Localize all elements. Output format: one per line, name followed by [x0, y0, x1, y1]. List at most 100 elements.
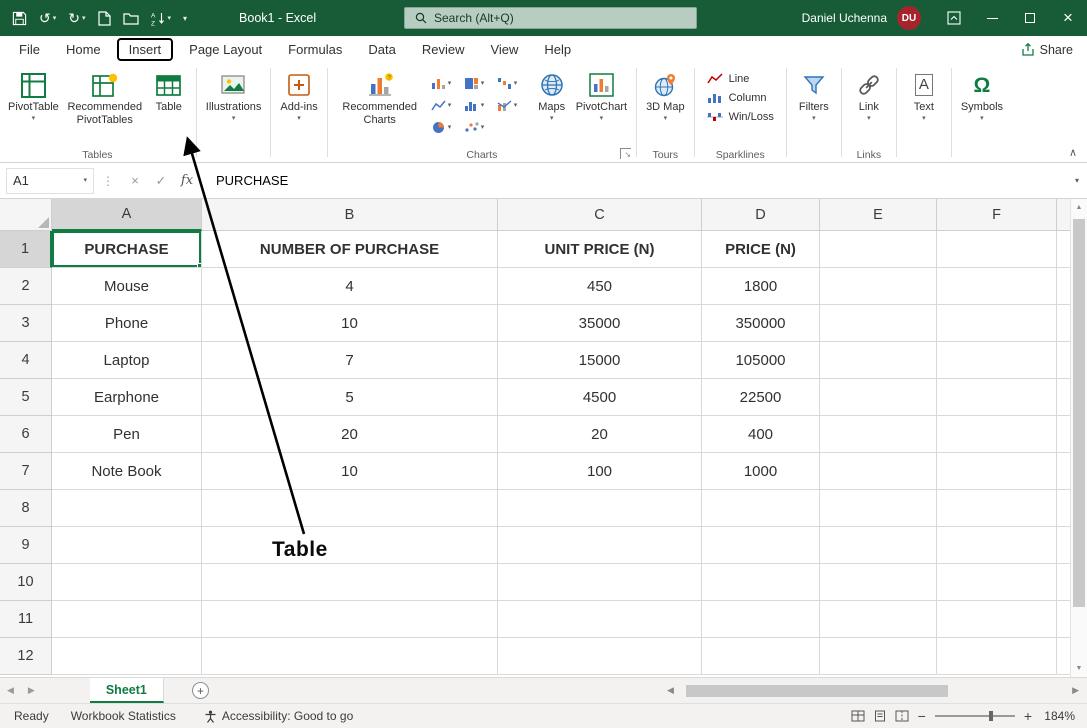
cell-E9[interactable]: [820, 527, 937, 564]
column-header-A[interactable]: A: [52, 199, 202, 231]
tab-file[interactable]: File: [6, 38, 53, 61]
cell-B9[interactable]: [202, 527, 498, 564]
scroll-down-button[interactable]: ▼: [1071, 660, 1087, 677]
cell-B4[interactable]: 7: [202, 342, 498, 379]
column-header-B[interactable]: B: [202, 199, 498, 231]
symbols-button[interactable]: Ω Symbols ▾: [958, 66, 1006, 126]
row-header-11[interactable]: 11: [0, 601, 52, 638]
cell-B1[interactable]: NUMBER OF PURCHASE: [202, 231, 498, 268]
cell-F7[interactable]: [937, 453, 1057, 490]
cell-D10[interactable]: [702, 564, 820, 601]
column-header-F[interactable]: F: [937, 199, 1057, 231]
cell-D6[interactable]: 400: [702, 416, 820, 453]
cell-D3[interactable]: 350000: [702, 305, 820, 342]
zoom-slider-thumb[interactable]: [989, 711, 993, 721]
filters-button[interactable]: Filters ▾: [793, 66, 835, 126]
column-header-C[interactable]: C: [498, 199, 702, 231]
scroll-left-button[interactable]: ◀: [663, 685, 678, 696]
tab-view[interactable]: View: [477, 38, 531, 61]
row-header-6[interactable]: 6: [0, 416, 52, 453]
pivotchart-button[interactable]: PivotChart ▾: [573, 66, 630, 126]
insert-statistic-chart-button[interactable]: ▾: [462, 98, 495, 113]
cell-C5[interactable]: 4500: [498, 379, 702, 416]
page-layout-view-button[interactable]: [874, 710, 886, 722]
insert-line-chart-button[interactable]: ▾: [429, 98, 462, 113]
cell-F4[interactable]: [937, 342, 1057, 379]
fill-handle[interactable]: [197, 263, 202, 268]
cell-D11[interactable]: [702, 601, 820, 638]
cell-B12[interactable]: [202, 638, 498, 675]
scroll-up-button[interactable]: ▲: [1071, 199, 1087, 216]
redo-button[interactable]: ↻▾: [68, 10, 85, 27]
cell-F2[interactable]: [937, 268, 1057, 305]
cell-A7[interactable]: Note Book: [52, 453, 202, 490]
zoom-out-button[interactable]: −: [918, 709, 926, 723]
cell-E12[interactable]: [820, 638, 937, 675]
row-header-9[interactable]: 9: [0, 527, 52, 564]
add-ins-button[interactable]: Add-ins ▾: [277, 66, 320, 126]
recommended-charts-button[interactable]: ? Recommended Charts: [334, 66, 426, 131]
vertical-scrollbar-thumb[interactable]: [1073, 219, 1085, 607]
horizontal-scrollbar[interactable]: ◀ ▶: [663, 683, 1063, 698]
ribbon-display-options-button[interactable]: [935, 0, 973, 36]
cell-D12[interactable]: [702, 638, 820, 675]
scroll-right-button[interactable]: ▶: [1068, 685, 1083, 696]
confirm-entry-button[interactable]: ✓: [148, 173, 174, 189]
formula-bar-value[interactable]: PURCHASE: [216, 173, 1075, 188]
cell-A1[interactable]: PURCHASE: [52, 231, 202, 268]
share-button[interactable]: Share: [1021, 43, 1073, 57]
cell-A2[interactable]: Mouse: [52, 268, 202, 305]
win-loss-sparkline-button[interactable]: Win/Loss: [701, 107, 780, 126]
cell-F12[interactable]: [937, 638, 1057, 675]
cell-A10[interactable]: [52, 564, 202, 601]
cell-B3[interactable]: 10: [202, 305, 498, 342]
cell-D5[interactable]: 22500: [702, 379, 820, 416]
maximize-button[interactable]: [1011, 0, 1049, 36]
cell-A5[interactable]: Earphone: [52, 379, 202, 416]
accessibility-status-button[interactable]: Accessibility: Good to go: [204, 709, 353, 723]
pivottable-button[interactable]: PivotTable ▾: [5, 66, 62, 126]
cell-D4[interactable]: 105000: [702, 342, 820, 379]
row-header-2[interactable]: 2: [0, 268, 52, 305]
cell-C6[interactable]: 20: [498, 416, 702, 453]
vertical-scrollbar[interactable]: ▲ ▼: [1070, 199, 1087, 677]
column-header-E[interactable]: E: [820, 199, 937, 231]
cell-E10[interactable]: [820, 564, 937, 601]
minimize-button[interactable]: [973, 0, 1011, 36]
cell-F1[interactable]: [937, 231, 1057, 268]
tab-formulas[interactable]: Formulas: [275, 38, 355, 61]
insert-column-chart-button[interactable]: ▾: [429, 76, 462, 91]
tab-data[interactable]: Data: [355, 38, 408, 61]
cell-E6[interactable]: [820, 416, 937, 453]
undo-button[interactable]: ↺▾: [39, 10, 56, 27]
cell-C10[interactable]: [498, 564, 702, 601]
normal-view-button[interactable]: [851, 710, 865, 722]
new-file-button[interactable]: [98, 11, 111, 26]
select-all-corner[interactable]: [0, 199, 52, 231]
new-sheet-button[interactable]: +: [192, 682, 209, 699]
cell-C3[interactable]: 35000: [498, 305, 702, 342]
save-button[interactable]: [12, 11, 27, 26]
cell-E11[interactable]: [820, 601, 937, 638]
cell-C1[interactable]: UNIT PRICE (N): [498, 231, 702, 268]
cell-A3[interactable]: Phone: [52, 305, 202, 342]
row-header-10[interactable]: 10: [0, 564, 52, 601]
next-sheet-button[interactable]: ▶: [21, 685, 42, 696]
text-button[interactable]: A Text ▾: [903, 66, 945, 126]
cell-F9[interactable]: [937, 527, 1057, 564]
cell-E4[interactable]: [820, 342, 937, 379]
illustrations-button[interactable]: Illustrations ▾: [203, 66, 265, 126]
cell-C12[interactable]: [498, 638, 702, 675]
tab-review[interactable]: Review: [409, 38, 478, 61]
cell-A12[interactable]: [52, 638, 202, 675]
table-button[interactable]: Table: [148, 66, 190, 118]
line-sparkline-button[interactable]: Line: [701, 69, 780, 88]
link-button[interactable]: Link ▾: [848, 66, 890, 126]
tab-help[interactable]: Help: [531, 38, 584, 61]
tab-home[interactable]: Home: [53, 38, 114, 61]
cell-B10[interactable]: [202, 564, 498, 601]
row-header-12[interactable]: 12: [0, 638, 52, 675]
column-header-D[interactable]: D: [702, 199, 820, 231]
customize-qat-button[interactable]: ▾: [183, 14, 187, 23]
open-file-button[interactable]: [123, 12, 139, 25]
